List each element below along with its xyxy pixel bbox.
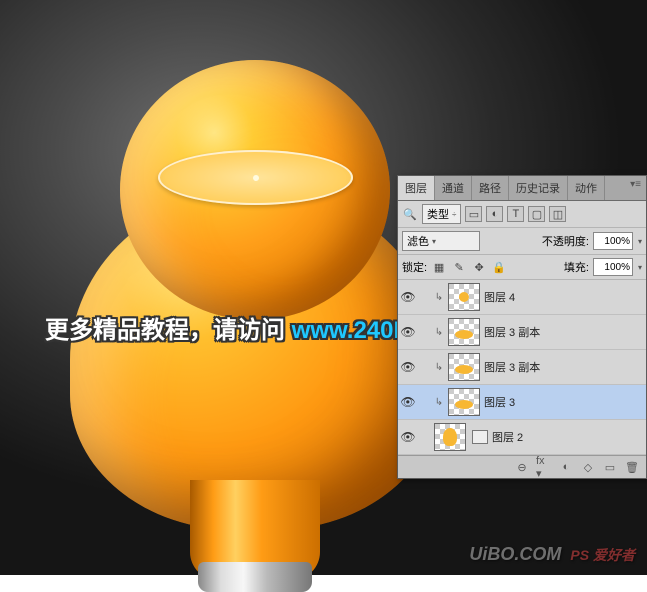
- smart-object-badge: [472, 430, 488, 444]
- visibility-toggle[interactable]: 👁: [400, 395, 416, 409]
- visibility-toggle[interactable]: 👁: [400, 325, 416, 339]
- layers-list: 👁 ↳ 图层 4 👁 ↳ 图层 3 副本 👁 ↳ 图层 3 副本: [398, 280, 646, 455]
- visibility-toggle[interactable]: 👁: [400, 290, 416, 304]
- fill-label: 填充:: [564, 259, 589, 275]
- visibility-toggle[interactable]: 👁: [400, 430, 416, 444]
- opacity-label: 不透明度:: [542, 233, 589, 249]
- lock-label: 锁定:: [402, 259, 427, 275]
- panel-menu-button[interactable]: ▾≡: [625, 176, 646, 200]
- filter-shape-icon[interactable]: ▢: [528, 206, 545, 222]
- lock-all-icon[interactable]: 🔒: [491, 259, 507, 275]
- watermark-site: UiBO.COM: [469, 544, 561, 564]
- visibility-toggle[interactable]: 👁: [400, 360, 416, 374]
- adjustment-icon[interactable]: ◇: [580, 460, 596, 474]
- fill-value: 100%: [604, 262, 630, 273]
- blend-mode-dropdown[interactable]: 滤色 ▾: [402, 231, 480, 251]
- filter-type-icon[interactable]: T: [507, 206, 524, 222]
- bulb-metal-base: [198, 562, 312, 592]
- layer-row[interactable]: 👁 图层 2: [398, 420, 646, 455]
- layer-name[interactable]: 图层 3 副本: [484, 324, 540, 340]
- layer-row[interactable]: 👁 ↳ 图层 3 副本: [398, 315, 646, 350]
- panel-footer: ⊖ fx ▾ ◐ ◇ ▭ 🗑: [398, 455, 646, 478]
- orange-slice: [158, 150, 353, 205]
- overlay-prefix: 更多精品教程，请访问: [45, 317, 292, 344]
- layer-name[interactable]: 图层 4: [484, 289, 515, 305]
- panel-tabs: 图层 通道 路径 历史记录 动作 ▾≡: [398, 176, 646, 201]
- fx-icon[interactable]: fx ▾: [536, 460, 552, 474]
- layer-name[interactable]: 图层 2: [492, 429, 523, 445]
- lock-fill-row: 锁定: ▦ ✎ ✥ 🔒 填充: 100% ▾: [398, 255, 646, 280]
- lock-transparent-icon[interactable]: ▦: [431, 259, 447, 275]
- layer-name[interactable]: 图层 3 副本: [484, 359, 540, 375]
- filter-adjust-icon[interactable]: ◐: [486, 206, 503, 222]
- link-layers-icon[interactable]: ⊖: [514, 460, 530, 474]
- clip-indicator-icon: ↳: [434, 362, 444, 373]
- clip-indicator-icon: ↳: [434, 397, 444, 408]
- dropdown-arrow-icon: ÷: [452, 210, 456, 219]
- tab-paths[interactable]: 路径: [472, 176, 509, 200]
- opacity-field[interactable]: 100%: [593, 232, 633, 250]
- layer-thumbnail[interactable]: [448, 283, 480, 311]
- kind-label: 类型: [427, 206, 449, 222]
- tab-actions[interactable]: 动作: [568, 176, 605, 200]
- mask-icon[interactable]: ◐: [558, 460, 574, 474]
- chevron-down-icon: ▾: [432, 237, 436, 246]
- layer-name[interactable]: 图层 3: [484, 394, 515, 410]
- tab-channels[interactable]: 通道: [435, 176, 472, 200]
- layer-thumbnail[interactable]: [448, 388, 480, 416]
- fill-field[interactable]: 100%: [593, 258, 633, 276]
- layer-thumbnail[interactable]: [448, 353, 480, 381]
- filter-kind-row: 🔍 类型 ÷ ▭ ◐ T ▢ ◫: [398, 201, 646, 228]
- layers-panel: 图层 通道 路径 历史记录 动作 ▾≡ 🔍 类型 ÷ ▭ ◐ T ▢ ◫ 滤色 …: [397, 175, 647, 479]
- delete-layer-icon[interactable]: 🗑: [624, 460, 640, 474]
- layer-thumbnail[interactable]: [434, 423, 466, 451]
- tab-layers[interactable]: 图层: [398, 176, 435, 200]
- opacity-value: 100%: [604, 236, 630, 247]
- layer-row[interactable]: 👁 ↳ 图层 3 副本: [398, 350, 646, 385]
- clip-indicator-icon: ↳: [434, 292, 444, 303]
- background-gradient: 更多精品教程，请访问 www.240PS.com UiBO.COM PS 爱好者…: [0, 0, 647, 575]
- clip-indicator-icon: ↳: [434, 327, 444, 338]
- layer-row[interactable]: 👁 ↳ 图层 4: [398, 280, 646, 315]
- tab-history[interactable]: 历史记录: [509, 176, 568, 200]
- filter-smart-icon[interactable]: ◫: [549, 206, 566, 222]
- kind-search-icon: 🔍: [402, 206, 418, 222]
- lock-position-icon[interactable]: ✥: [471, 259, 487, 275]
- filter-pixel-icon[interactable]: ▭: [465, 206, 482, 222]
- layer-thumbnail[interactable]: [448, 318, 480, 346]
- watermark: UiBO.COM PS 爱好者: [469, 544, 635, 565]
- lock-pixels-icon[interactable]: ✎: [451, 259, 467, 275]
- watermark-brand: PS 爱好者: [570, 547, 635, 563]
- blend-opacity-row: 滤色 ▾ 不透明度: 100% ▾: [398, 228, 646, 255]
- blend-mode-value: 滤色: [407, 233, 429, 249]
- opacity-arrow-icon[interactable]: ▾: [638, 237, 642, 246]
- kind-dropdown[interactable]: 类型 ÷: [422, 204, 461, 224]
- new-layer-icon[interactable]: ▭: [602, 460, 618, 474]
- layer-row-selected[interactable]: 👁 ↳ 图层 3: [398, 385, 646, 420]
- fill-arrow-icon[interactable]: ▾: [638, 263, 642, 272]
